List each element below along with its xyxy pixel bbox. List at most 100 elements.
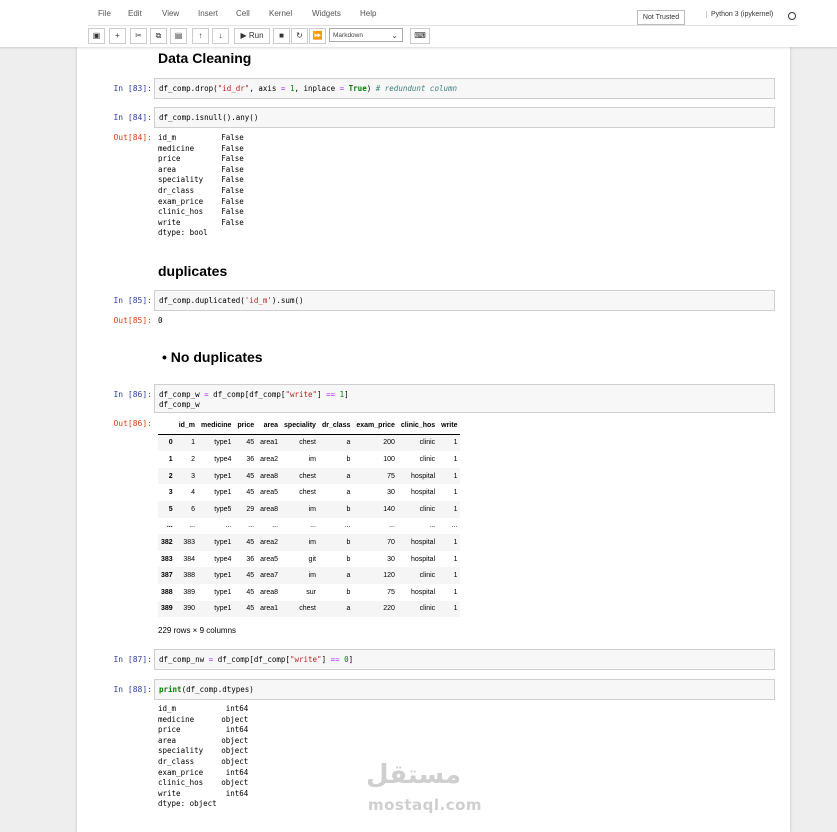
table-cell: 1 [191, 439, 196, 447]
table-cell: clinic [419, 572, 436, 580]
table-cell: 1 [453, 588, 458, 596]
plus-icon: + [115, 31, 120, 40]
fast-forward-icon: ⏩ [312, 31, 323, 40]
table-cell: type5 [214, 505, 232, 513]
table-cell: im [308, 505, 316, 513]
trust-indicator[interactable]: Not Trusted [637, 10, 685, 25]
cell-84-input[interactable]: df_comp.isnull().any() [154, 107, 775, 128]
table-cell: ... [248, 522, 255, 530]
cell-83-input[interactable]: df_comp.drop("id_dr", axis = 1, inplace … [154, 78, 775, 99]
cell-88-output: id_m int64 medicine object price int64 a… [158, 704, 249, 809]
table-cell: im [308, 572, 316, 580]
copy-button[interactable]: ⧉ [150, 28, 167, 44]
column-header: dr_class [318, 417, 354, 435]
insert-cell-button[interactable]: + [109, 28, 126, 44]
table-cell: ... [389, 522, 395, 530]
table-cell: type1 [214, 572, 232, 580]
table-header-row: id_m medicine price area speciality dr_c… [158, 417, 461, 435]
table-row: 1 2 type4 36 area2 im b 100 clinic 1 [158, 451, 460, 468]
table-cell: a [346, 472, 351, 480]
cell-86-out-prompt: Out[86]: [113, 419, 152, 428]
table-cell: ... [189, 522, 196, 530]
table-shape-note: 229 rows × 9 columns [158, 626, 237, 635]
move-down-button[interactable]: ↓ [212, 28, 229, 44]
table-cell: chest [299, 472, 316, 480]
cell-85-output: 0 [158, 316, 163, 325]
table-cell: 30 [387, 555, 395, 563]
restart-run-all-button[interactable]: ⏩ [309, 28, 326, 44]
column-header: id_m [175, 417, 199, 435]
kernel-name[interactable]: Python 3 (ipykernel) [706, 11, 773, 18]
paste-button[interactable]: ▤ [170, 28, 187, 44]
cell-85-input[interactable]: df_comp.duplicated('id_m').sum() [154, 290, 775, 311]
cell-type-select[interactable]: Markdown ⌄ [329, 28, 403, 42]
cell-87-input[interactable]: df_comp_nw = df_comp[df_comp["write"] ==… [154, 649, 775, 670]
cell-88-code: print(df_comp.dtypes) [159, 685, 254, 694]
table-cell: area2 [260, 538, 279, 546]
move-up-button[interactable]: ↑ [192, 28, 209, 44]
table-cell: 388 [183, 572, 196, 580]
row-index: 5 [168, 505, 173, 513]
table-cell: 1 [453, 472, 458, 480]
table-cell: 1 [453, 439, 458, 447]
table-cell: type4 [214, 455, 232, 463]
cell-88-input[interactable]: print(df_comp.dtypes) [154, 679, 775, 700]
table-cell: area2 [260, 455, 279, 463]
table-cell: a [346, 605, 351, 613]
table-cell: ... [272, 522, 279, 530]
cut-button[interactable]: ✂ [130, 28, 147, 44]
table-cell: 30 [387, 489, 395, 497]
table-cell: im [308, 538, 316, 546]
table-cell: area5 [260, 489, 279, 497]
no-duplicates-text: No duplicates [170, 349, 263, 365]
cell-85-prompt: In [85]: [113, 296, 152, 305]
table-cell: area8 [260, 505, 279, 513]
menu-file[interactable]: File [98, 9, 111, 18]
menu-widgets[interactable]: Widgets [312, 9, 341, 18]
table-cell: 45 [246, 489, 255, 497]
menu-insert[interactable]: Insert [198, 9, 218, 18]
table-cell: area5 [260, 555, 279, 563]
table-cell: 36 [246, 555, 255, 563]
table-cell: git [308, 555, 316, 563]
table-cell: hospital [411, 555, 436, 563]
restart-button[interactable]: ↻ [291, 28, 308, 44]
stop-icon: ■ [279, 31, 284, 40]
table-cell: 120 [383, 572, 395, 580]
table-cell: a [346, 572, 351, 580]
command-palette-button[interactable]: ⌨ [410, 28, 430, 44]
table-cell: 36 [246, 455, 255, 463]
table-cell: 45 [246, 439, 255, 447]
menu-help[interactable]: Help [360, 9, 376, 18]
kernel-status-icon [788, 12, 796, 20]
table-cell: b [346, 588, 351, 596]
table-cell: 29 [246, 505, 255, 513]
table-cell: clinic [419, 605, 436, 613]
cell-85-code: df_comp.duplicated('id_m').sum() [159, 296, 304, 305]
row-index: ... [166, 522, 173, 530]
interrupt-button[interactable]: ■ [273, 28, 290, 44]
cell-84-code: df_comp.isnull().any() [159, 113, 259, 122]
save-button[interactable]: ▣ [88, 28, 105, 44]
table-cell: 1 [453, 605, 458, 613]
table-cell: im [308, 455, 316, 463]
table-cell: area1 [260, 439, 279, 447]
menu-kernel[interactable]: Kernel [269, 9, 292, 18]
table-row: 387 388 type1 45 area7 im a 120 clinic 1 [158, 567, 461, 584]
cell-86-input[interactable]: df_comp_w = df_comp[df_comp["write"] == … [154, 384, 775, 413]
menu-view[interactable]: View [162, 9, 179, 18]
menu-edit[interactable]: Edit [128, 9, 142, 18]
row-index: 3 [168, 489, 173, 497]
cell-86-prompt: In [86]: [113, 390, 152, 399]
run-button[interactable]: ▶ Run [234, 28, 270, 44]
cell-87-prompt: In [87]: [113, 655, 152, 664]
table-cell: hospital [411, 489, 436, 497]
column-header: area [257, 417, 282, 435]
table-cell: type1 [214, 588, 232, 596]
heading-duplicates: duplicates [158, 263, 228, 279]
watermark-latin: mostaql.com [368, 796, 483, 814]
copy-icon: ⧉ [155, 31, 162, 40]
column-header: write [438, 417, 461, 435]
cell-83-prompt: In [83]: [113, 84, 152, 93]
menu-cell[interactable]: Cell [236, 9, 250, 18]
